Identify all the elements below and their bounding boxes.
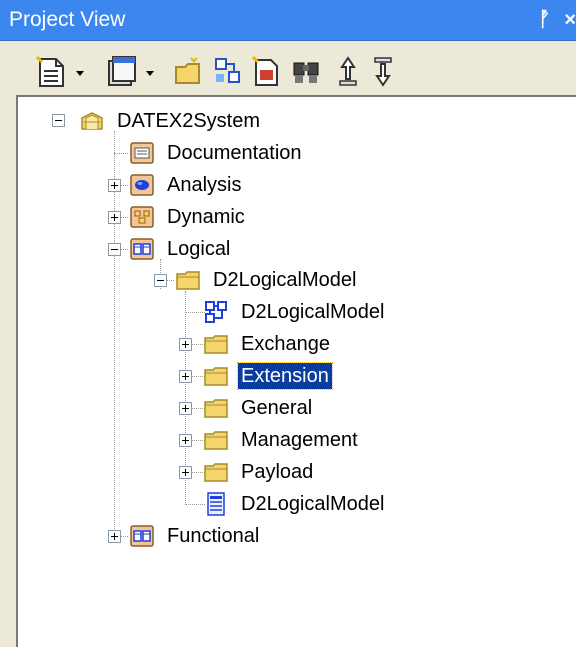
package-icon	[204, 335, 228, 354]
close-icon[interactable]: ×	[564, 7, 576, 33]
class-diagram-icon	[205, 301, 227, 323]
model-document-icon	[207, 492, 225, 516]
tree-node-label: Exchange	[241, 333, 330, 355]
expand-toggle[interactable]	[108, 530, 121, 543]
project-tree[interactable]: DATEX2System Documentation Analysis Dyna…	[16, 95, 576, 647]
add-element-icon[interactable]	[251, 55, 281, 89]
collapse-toggle[interactable]	[52, 114, 65, 127]
tree-guide-line	[114, 153, 128, 154]
expand-toggle[interactable]	[179, 338, 192, 351]
tree-node-functional[interactable]: Functional	[130, 520, 262, 552]
tree-node-label: DATEX2System	[117, 110, 260, 132]
expand-toggle[interactable]	[179, 370, 192, 383]
expand-toggle[interactable]	[108, 179, 121, 192]
new-diagram-icon[interactable]	[106, 55, 160, 89]
tree-node-payload[interactable]: Payload	[204, 456, 316, 488]
tree-guide-line	[121, 536, 128, 537]
tree-node-d2logicalmodel-package[interactable]: D2LogicalModel	[176, 264, 359, 296]
tree-node-dynamic[interactable]: Dynamic	[130, 201, 248, 233]
tree-node-label: General	[241, 397, 313, 419]
move-up-icon[interactable]	[334, 55, 362, 89]
tree-guide-line	[167, 280, 174, 281]
pin-icon[interactable]: ᚡ	[538, 7, 550, 33]
tree-node-label: Payload	[241, 461, 314, 483]
window-title: Project View	[9, 8, 126, 31]
documentation-view-icon	[130, 142, 154, 164]
collapse-toggle[interactable]	[108, 243, 121, 256]
tree-node-documentation[interactable]: Documentation	[130, 137, 305, 169]
functional-view-icon	[130, 525, 154, 547]
dynamic-view-icon	[130, 206, 154, 228]
collapse-toggle[interactable]	[154, 274, 167, 287]
tree-node-d2logicalmodel-diagram[interactable]: D2LogicalModel	[204, 296, 387, 328]
tree-node-management[interactable]: Management	[204, 424, 361, 456]
package-icon	[204, 399, 228, 418]
expand-toggle[interactable]	[179, 434, 192, 447]
tree-node-logical[interactable]: Logical	[130, 233, 233, 265]
tree-node-label: D2LogicalModel	[241, 301, 385, 323]
package-icon	[204, 431, 228, 450]
tree-node-extension[interactable]: Extension	[204, 360, 333, 392]
project-view-toolbar	[16, 51, 576, 91]
package-icon	[204, 367, 228, 386]
tree-guide-line	[121, 249, 128, 250]
tree-node-label: Extension	[237, 362, 333, 390]
tree-node-label: D2LogicalModel	[213, 269, 357, 291]
tree-node-label: Documentation	[167, 142, 302, 164]
new-element-icon[interactable]	[36, 55, 90, 89]
tree-guide-line	[185, 312, 205, 313]
tree-node-general[interactable]: General	[204, 392, 315, 424]
package-icon	[176, 271, 200, 290]
move-down-icon[interactable]	[369, 55, 397, 89]
project-icon	[81, 112, 103, 130]
package-icon	[204, 463, 228, 482]
tree-node-label: Analysis	[167, 174, 242, 196]
tree-guide-line	[114, 131, 115, 541]
tree-node-label: Functional	[167, 525, 260, 547]
tree-node-d2logicalmodel-document[interactable]: D2LogicalModel	[204, 488, 387, 520]
new-view-icon[interactable]	[213, 55, 243, 89]
project-view-title-bar[interactable]: Project View ᚡ ×	[0, 0, 576, 41]
tree-node-label: Management	[241, 429, 358, 451]
expand-toggle[interactable]	[179, 402, 192, 415]
new-package-icon[interactable]	[173, 55, 203, 89]
expand-toggle[interactable]	[108, 211, 121, 224]
tree-guide-line	[121, 217, 128, 218]
tree-node-root[interactable]: DATEX2System	[80, 105, 263, 137]
logical-view-icon	[130, 238, 154, 260]
tree-node-label: Dynamic	[167, 206, 245, 228]
tree-node-exchange[interactable]: Exchange	[204, 328, 333, 360]
find-icon[interactable]	[291, 55, 323, 89]
tree-node-label: D2LogicalModel	[241, 493, 385, 515]
tree-node-analysis[interactable]: Analysis	[130, 169, 244, 201]
expand-toggle[interactable]	[179, 466, 192, 479]
tree-node-label: Logical	[167, 238, 231, 260]
tree-guide-line	[121, 185, 128, 186]
tree-guide-line	[185, 504, 205, 505]
analysis-view-icon	[130, 174, 154, 196]
